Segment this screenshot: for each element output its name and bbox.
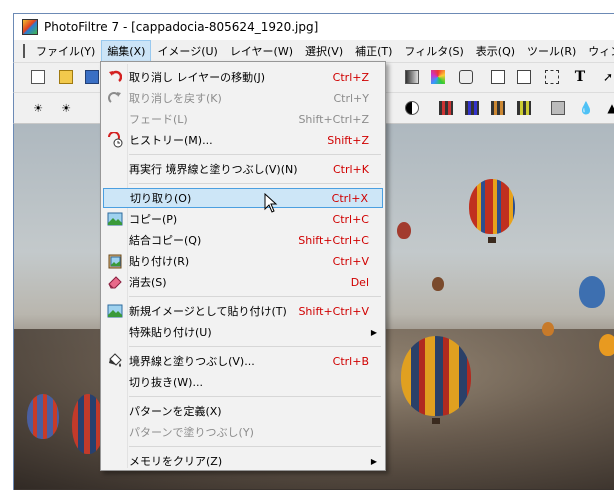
open-folder-icon[interactable] [56, 67, 76, 87]
menu-item-stroke-fill[interactable]: 境界線と塗りつぶし(V)... Ctrl+B [103, 351, 383, 371]
menu-item-paste-new[interactable]: 新規イメージとして貼り付け(T) Shift+Ctrl+V [103, 301, 383, 321]
redo-icon [107, 90, 123, 106]
menu-filter[interactable]: フィルタ(S) [398, 40, 469, 62]
new-file-icon[interactable] [28, 67, 48, 87]
separator [129, 296, 381, 297]
auto-contrast-icon[interactable] [402, 98, 422, 118]
menu-item-repeat[interactable]: 再実行 境界線と塗りつぶし(V)(N) Ctrl+K [103, 159, 383, 179]
balloon [27, 394, 59, 439]
palette-icon[interactable] [428, 67, 448, 87]
mouse-cursor-icon [264, 193, 278, 213]
sharpen-icon[interactable]: ▲ [602, 98, 614, 118]
separator [129, 154, 381, 155]
copy-icon [107, 211, 123, 227]
separator [129, 346, 381, 347]
separator [129, 446, 381, 447]
paste-icon [107, 253, 123, 269]
menu-layer[interactable]: レイヤー(W) [224, 40, 299, 62]
menu-adjust[interactable]: 補正(T) [349, 40, 398, 62]
basket [488, 237, 496, 243]
balloon [542, 322, 554, 336]
drop-icon[interactable]: 💧 [576, 98, 596, 118]
menu-item-redo[interactable]: 取り消しを戻す(K) Ctrl+Y [103, 88, 383, 108]
save-icon[interactable] [82, 67, 102, 87]
menu-item-fill-pattern[interactable]: パターンで塗りつぶし(Y) [103, 422, 383, 442]
selection-tool-icon[interactable] [542, 67, 562, 87]
menu-tools[interactable]: ツール(R) [521, 40, 582, 62]
grayscale-icon[interactable] [402, 67, 422, 87]
balloon [599, 334, 614, 356]
edit-menu-dropdown: 取り消し レイヤーの移動(J) Ctrl+Z 取り消しを戻す(K) Ctrl+Y… [100, 61, 386, 471]
paste-new-icon [107, 303, 123, 319]
undo-icon [107, 69, 123, 85]
submenu-arrow-icon: ▶ [370, 327, 377, 337]
menu-item-clear-memory[interactable]: メモリをクリア(Z) ▶ [103, 451, 383, 471]
brightness-down-icon[interactable]: ☀ [28, 98, 48, 118]
menu-item-paste[interactable]: 貼り付け(R) Ctrl+V [103, 251, 383, 271]
grid-filter-2-icon[interactable] [462, 98, 482, 118]
fill-icon [107, 353, 123, 369]
menu-item-copy[interactable]: コピー(P) Ctrl+C [103, 209, 383, 229]
menu-file[interactable]: ファイル(Y) [30, 40, 101, 62]
title-bar: PhotoFiltre 7 - [cappadocia-805624_1920.… [13, 13, 614, 40]
balloon [469, 179, 515, 234]
timer-icon[interactable] [456, 67, 476, 87]
app-icon[interactable] [22, 19, 38, 35]
menu-item-cut[interactable]: 切り取り(O) Ctrl+X [103, 188, 383, 208]
menu-bar: ファイル(Y) 編集(X) イメージ(U) レイヤー(W) 選択(V) 補正(T… [13, 40, 614, 62]
document-icon[interactable] [23, 44, 25, 58]
balloon [579, 276, 605, 308]
basket [432, 418, 440, 424]
grid-filter-3-icon[interactable] [488, 98, 508, 118]
menu-item-crop[interactable]: 切り抜き(W)... [103, 372, 383, 392]
grid-filter-4-icon[interactable] [514, 98, 534, 118]
blur-icon[interactable] [548, 98, 568, 118]
menu-selection[interactable]: 選択(V) [299, 40, 349, 62]
menu-view[interactable]: 表示(Q) [470, 40, 521, 62]
menu-item-paste-special[interactable]: 特殊貼り付け(U) ▶ [103, 322, 383, 342]
menu-item-merged-copy[interactable]: 結合コピー(Q) Shift+Ctrl+C [103, 230, 383, 250]
menu-item-undo[interactable]: 取り消し レイヤーの移動(J) Ctrl+Z [103, 67, 383, 87]
menu-image[interactable]: イメージ(U) [151, 40, 223, 62]
text-tool-icon[interactable]: T [570, 67, 590, 87]
eraser-icon [107, 274, 123, 290]
window-title: PhotoFiltre 7 - [cappadocia-805624_1920.… [44, 20, 319, 34]
arrow-tool-icon[interactable]: ➚ [598, 67, 614, 87]
run-icon[interactable] [488, 67, 508, 87]
balloon [401, 336, 471, 416]
submenu-arrow-icon: ▶ [370, 456, 377, 466]
balloon [397, 222, 411, 239]
exit-icon[interactable] [514, 67, 534, 87]
menu-item-history[interactable]: ヒストリー(M)... Shift+Z [103, 130, 383, 150]
brightness-up-icon[interactable]: ☀ [56, 98, 76, 118]
menu-item-fade[interactable]: フェード(L) Shift+Ctrl+Z [103, 109, 383, 129]
menu-window[interactable]: ウィンドウ [582, 40, 614, 62]
grid-filter-1-icon[interactable] [436, 98, 456, 118]
menu-item-erase[interactable]: 消去(S) Del [103, 272, 383, 292]
balloon [432, 277, 444, 291]
menu-edit[interactable]: 編集(X) [101, 40, 152, 62]
separator [129, 396, 381, 397]
history-icon [107, 132, 123, 148]
menu-item-define-pattern[interactable]: パターンを定義(X) [103, 401, 383, 421]
separator [129, 183, 381, 184]
